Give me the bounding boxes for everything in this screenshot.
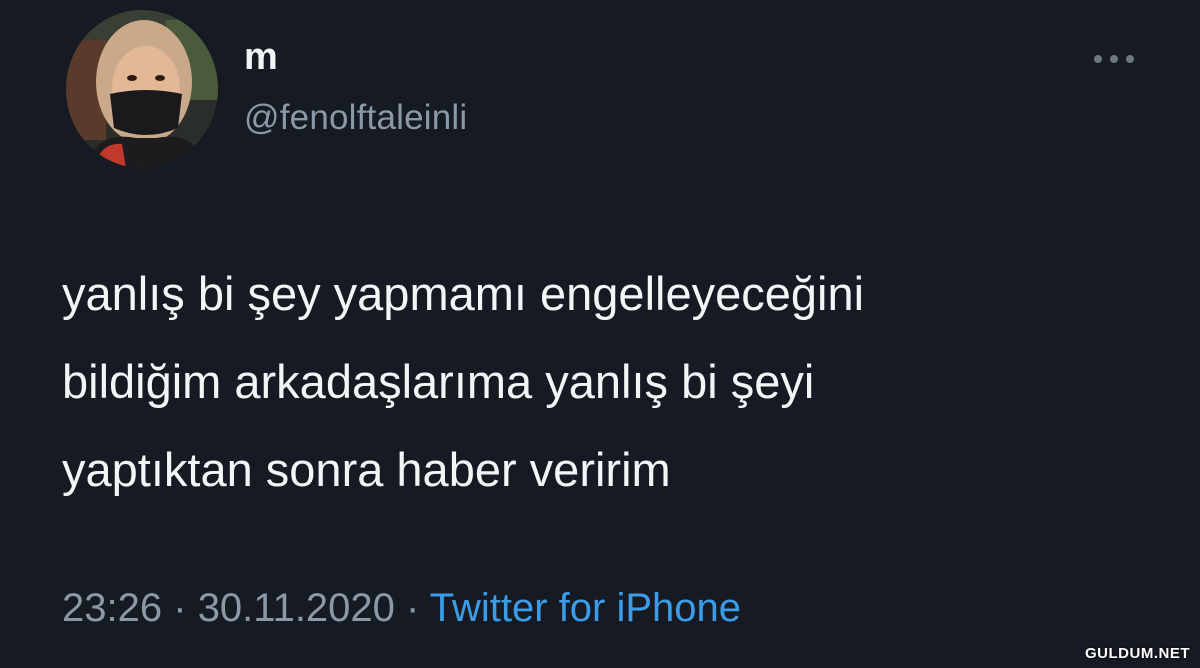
tweet-card: m @fenolftaleinli yanlış bi şey yapmamı … bbox=[0, 0, 1200, 668]
tweet-source-link[interactable]: Twitter for iPhone bbox=[430, 586, 741, 630]
meta-separator: · bbox=[406, 586, 420, 630]
tweet-time[interactable]: 23:26 bbox=[62, 586, 162, 630]
tweet-text: yanlış bi şey yapmamı engelleyeceğini bi… bbox=[62, 250, 1162, 514]
tweet-text-line: yaptıktan sonra haber veririm bbox=[62, 443, 671, 496]
more-horizontal-icon bbox=[1094, 55, 1134, 63]
more-options-button[interactable] bbox=[1086, 44, 1142, 74]
meta-separator: · bbox=[173, 586, 187, 630]
tweet-text-line: bildiğim arkadaşlarıma yanlış bi şeyi bbox=[62, 355, 815, 408]
user-handle[interactable]: @fenolftaleinli bbox=[244, 100, 467, 135]
tweet-meta: 23:26 · 30.11.2020 · Twitter for iPhone bbox=[62, 588, 741, 628]
watermark: GULDUM.NET bbox=[1085, 645, 1190, 662]
profile-photo bbox=[66, 10, 218, 168]
tweet-text-line: yanlış bi şey yapmamı engelleyeceğini bbox=[62, 267, 865, 320]
avatar[interactable] bbox=[66, 10, 218, 168]
tweet-date[interactable]: 30.11.2020 bbox=[198, 586, 395, 630]
display-name[interactable]: m bbox=[244, 38, 278, 76]
